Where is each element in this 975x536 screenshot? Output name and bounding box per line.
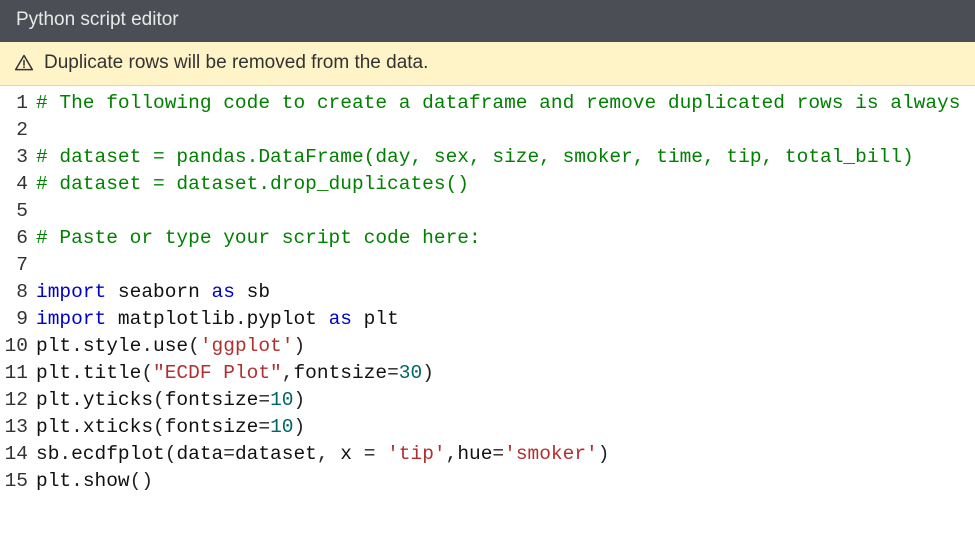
- gutter-line: 2: [0, 117, 28, 144]
- gutter-line: 9: [0, 306, 28, 333]
- warning-message: Duplicate rows will be removed from the …: [44, 52, 428, 74]
- gutter-line: 4: [0, 171, 28, 198]
- code-line[interactable]: plt.title("ECDF Plot",fontsize=30): [36, 360, 960, 387]
- gutter-line: 10: [0, 333, 28, 360]
- code-line[interactable]: plt.show(): [36, 468, 960, 495]
- code-line[interactable]: [36, 198, 960, 225]
- editor-title: Python script editor: [16, 9, 179, 30]
- gutter-line: 7: [0, 252, 28, 279]
- code-line[interactable]: # dataset = pandas.DataFrame(day, sex, s…: [36, 144, 960, 171]
- code-line[interactable]: # The following code to create a datafra…: [36, 90, 960, 117]
- code-line[interactable]: # dataset = dataset.drop_duplicates(): [36, 171, 960, 198]
- code-editor[interactable]: 123456789101112131415 # The following co…: [0, 86, 975, 495]
- gutter-line: 6: [0, 225, 28, 252]
- code-line[interactable]: plt.style.use('ggplot'): [36, 333, 960, 360]
- gutter-line: 1: [0, 90, 28, 117]
- code-line[interactable]: import matplotlib.pyplot as plt: [36, 306, 960, 333]
- gutter-line: 15: [0, 468, 28, 495]
- gutter-line: 11: [0, 360, 28, 387]
- code-content[interactable]: # The following code to create a datafra…: [36, 90, 960, 495]
- code-line[interactable]: sb.ecdfplot(data=dataset, x = 'tip',hue=…: [36, 441, 960, 468]
- gutter-line: 14: [0, 441, 28, 468]
- code-line[interactable]: # Paste or type your script code here:: [36, 225, 960, 252]
- gutter: 123456789101112131415: [0, 90, 36, 495]
- editor-header: Python script editor: [0, 0, 975, 42]
- gutter-line: 12: [0, 387, 28, 414]
- gutter-line: 3: [0, 144, 28, 171]
- code-line[interactable]: [36, 252, 960, 279]
- code-line[interactable]: import seaborn as sb: [36, 279, 960, 306]
- code-line[interactable]: plt.yticks(fontsize=10): [36, 387, 960, 414]
- gutter-line: 5: [0, 198, 28, 225]
- warning-triangle-icon: [14, 53, 34, 73]
- gutter-line: 13: [0, 414, 28, 441]
- code-line[interactable]: [36, 117, 960, 144]
- code-line[interactable]: plt.xticks(fontsize=10): [36, 414, 960, 441]
- gutter-line: 8: [0, 279, 28, 306]
- warning-bar: Duplicate rows will be removed from the …: [0, 42, 975, 86]
